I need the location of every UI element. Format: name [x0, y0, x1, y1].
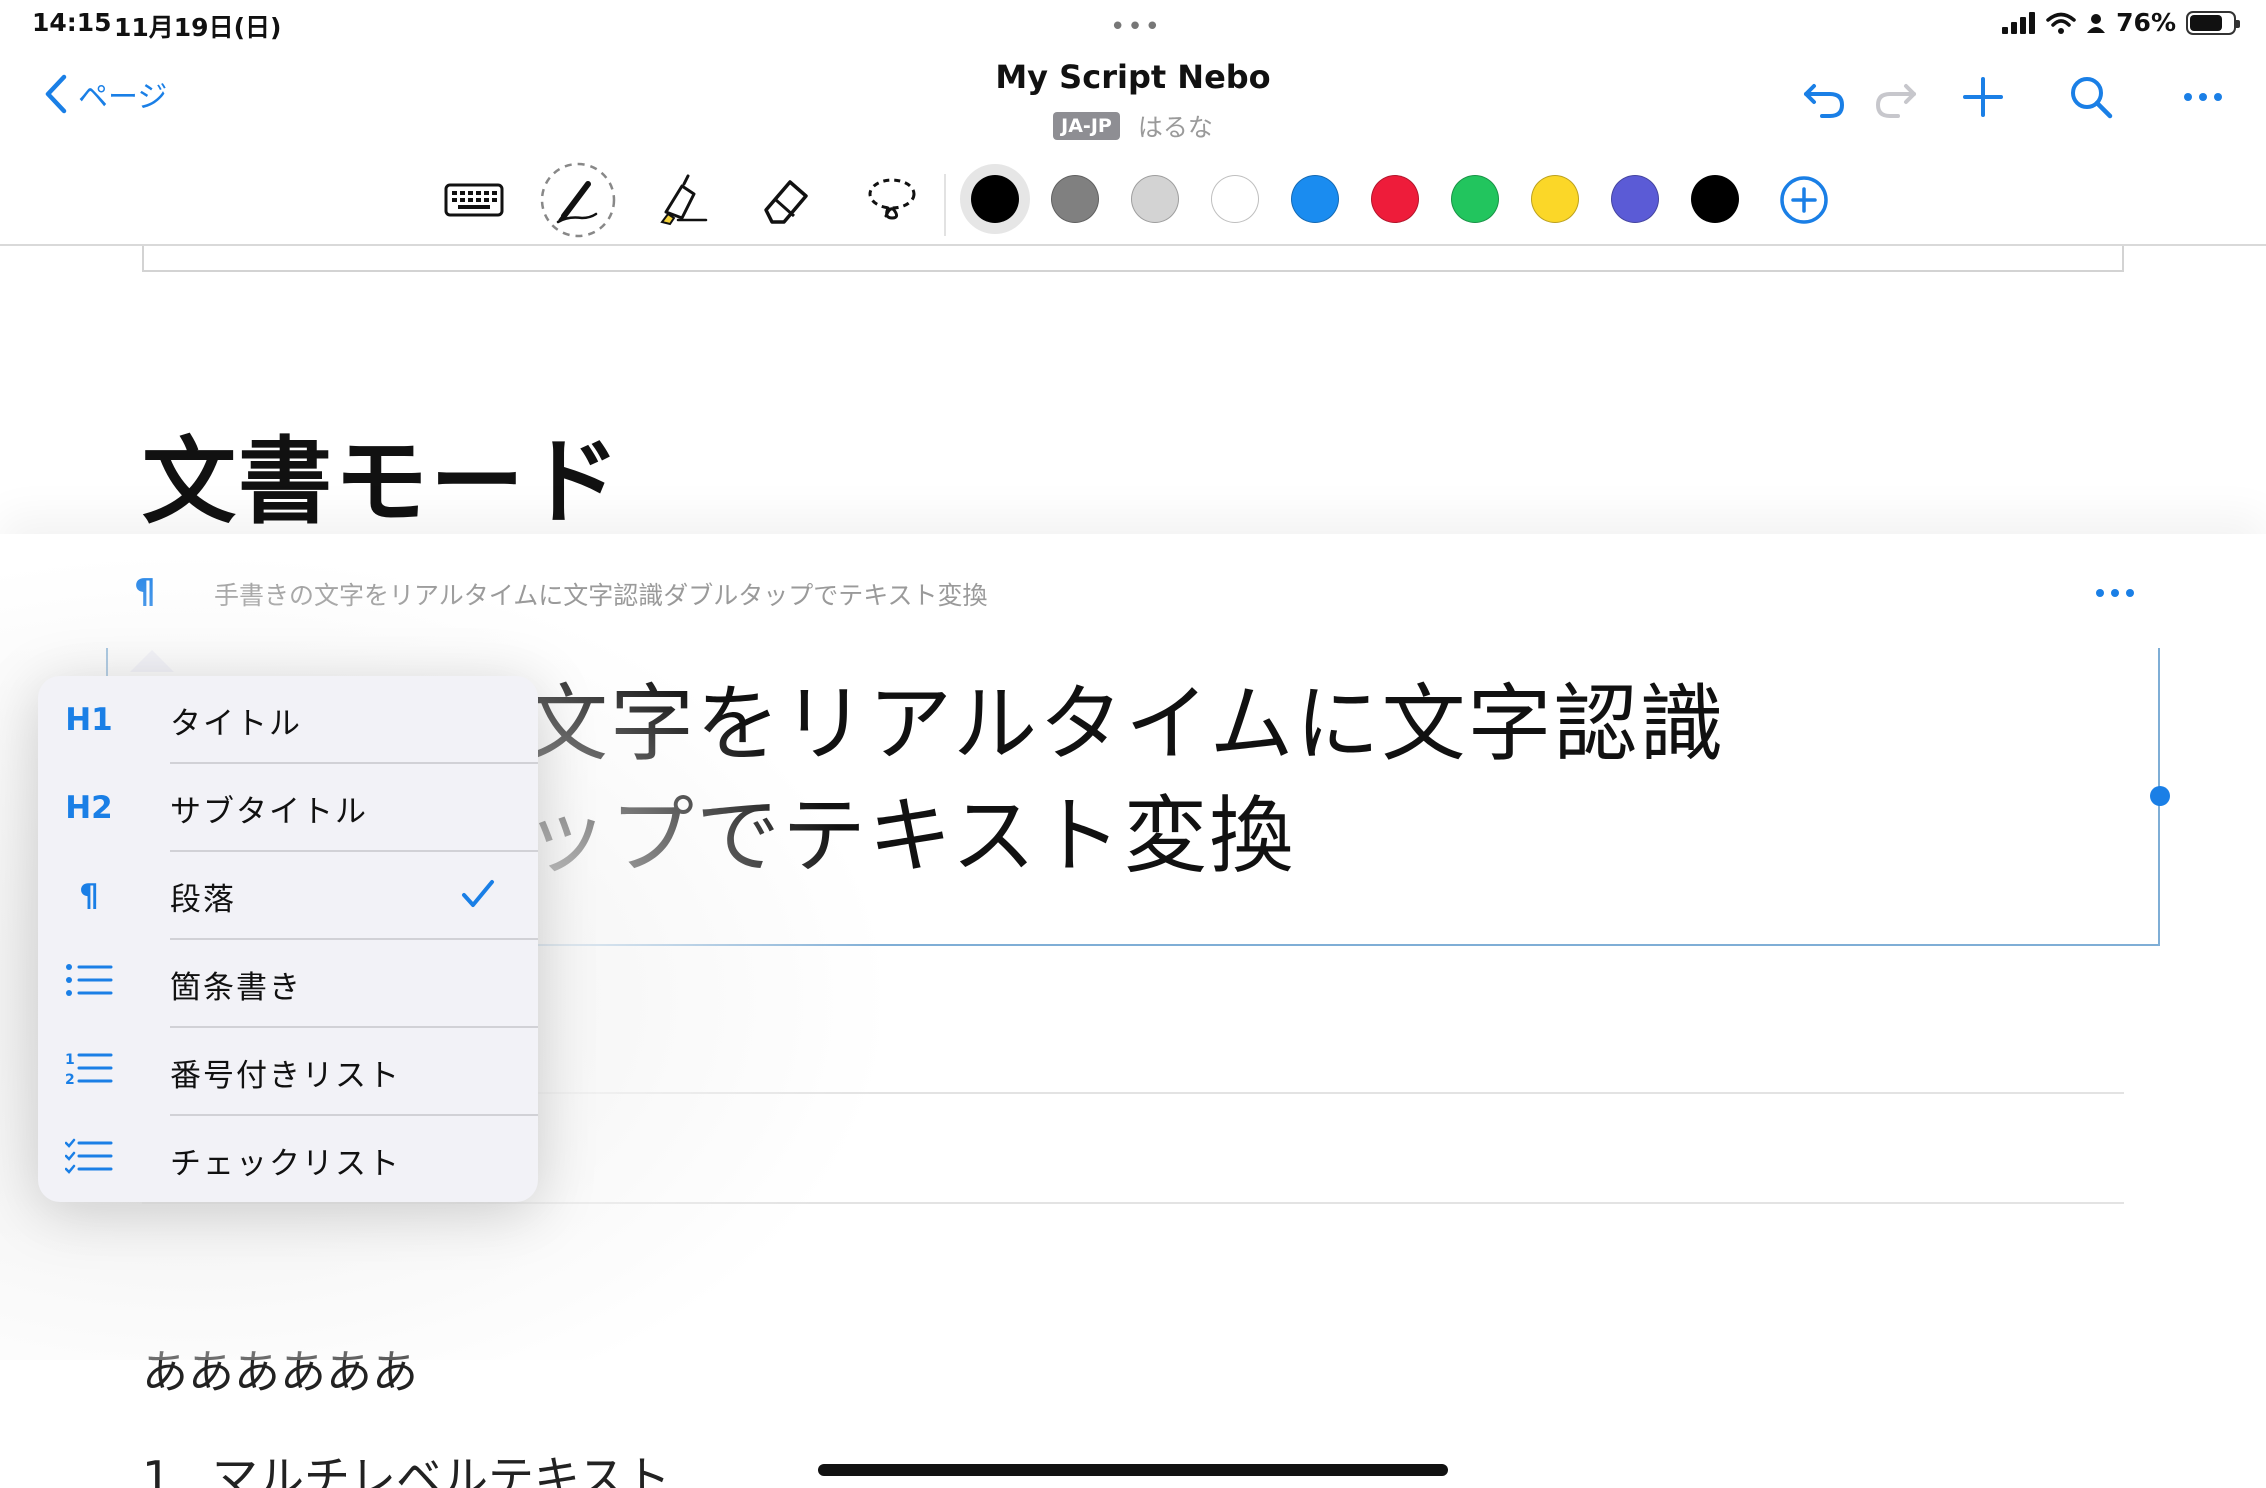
block-recognition-preview[interactable]: 手書きの文字をリアルタイムに文字認識ダブルタップでテキスト変換 [214, 576, 988, 612]
color-swatch[interactable] [1280, 164, 1350, 234]
menu-item-label: チェックリスト [170, 1145, 401, 1182]
block-type-menu: H1 タイトル H2 サブタイトル ¶ 段落 箇条書き 1 2 番号付きリスト [38, 676, 538, 1202]
color-swatch-dot [1291, 175, 1339, 223]
toolbar-divider [944, 174, 946, 236]
h2-icon: H2 [65, 790, 113, 826]
color-swatch[interactable] [1200, 164, 1270, 234]
highlighter-icon [660, 174, 708, 226]
numbered-list-icon: 1 2 [65, 1052, 113, 1088]
color-swatch-dot [1211, 175, 1259, 223]
status-bar: 14:15 11月19日(日) ••• 76% [0, 0, 2266, 48]
pen-tool[interactable] [538, 160, 618, 240]
ink-toolbar [0, 150, 2266, 246]
color-swatch[interactable] [1360, 164, 1430, 234]
add-icon[interactable] [1958, 72, 2008, 122]
battery-fill [2190, 14, 2222, 31]
more-options-icon[interactable] [2178, 72, 2228, 122]
status-time: 14:15 [32, 8, 112, 37]
user-icon [2087, 13, 2106, 33]
menu-item-label: サブタイトル [170, 793, 368, 830]
svg-text:1: 1 [65, 1052, 75, 1068]
keyboard-icon [444, 183, 504, 217]
battery-percent: 76% [2116, 8, 2176, 37]
cellular-signal-icon [2002, 11, 2036, 34]
pilcrow-icon: ¶ [79, 878, 99, 914]
language-badge[interactable]: JA-JP [1053, 112, 1120, 140]
color-swatch[interactable] [1120, 164, 1190, 234]
menu-item-checklist[interactable]: チェックリスト [38, 1116, 538, 1202]
checkmark-icon [462, 880, 494, 907]
color-swatch-dot [1691, 175, 1739, 223]
page-title: My Script Nebo [995, 58, 1271, 96]
keyboard-tool[interactable] [434, 160, 514, 240]
document-paragraph[interactable]: ああああああ [142, 1336, 418, 1402]
previous-block-bottom [142, 246, 2124, 272]
block-more-icon[interactable] [2092, 578, 2138, 608]
ruled-line [142, 1202, 2124, 1204]
battery-icon [2186, 10, 2240, 35]
add-color-button[interactable] [1764, 160, 1844, 240]
page-subtitle: JA-JP はるな [0, 108, 2266, 144]
status-date: 11月19日(日) [114, 13, 282, 42]
color-swatch-dot [971, 175, 1019, 223]
block-resize-handle[interactable] [2150, 786, 2170, 806]
menu-item-label: 段落 [170, 881, 236, 918]
menu-item-label: タイトル [170, 705, 302, 742]
document-list-item[interactable]: 1 マルチレベルテキスト [142, 1442, 671, 1488]
color-swatch-dot [1611, 175, 1659, 223]
multitasking-dots[interactable]: ••• [1110, 12, 1162, 42]
color-swatch[interactable] [1520, 164, 1590, 234]
color-swatch-dot [1531, 175, 1579, 223]
color-swatch-dot [1371, 175, 1419, 223]
block-type-button[interactable]: ¶ [134, 572, 156, 612]
menu-item-title[interactable]: H1 タイトル [38, 676, 538, 764]
redo-icon[interactable] [1870, 72, 1920, 122]
color-swatch[interactable] [960, 164, 1030, 234]
lasso-icon [868, 178, 916, 220]
highlighter-tool[interactable] [642, 160, 722, 240]
svg-text:2: 2 [65, 1072, 75, 1086]
popover-arrow [130, 650, 174, 672]
status-indicators: 76% [2002, 8, 2240, 37]
document-heading[interactable]: 文書モード [142, 436, 622, 530]
pen-icon [540, 162, 616, 238]
menu-item-bulleted-list[interactable]: 箇条書き [38, 940, 538, 1028]
home-indicator[interactable] [818, 1464, 1448, 1476]
checklist-icon [64, 1138, 113, 1174]
color-swatch-dot [1051, 175, 1099, 223]
color-swatch-dot [1451, 175, 1499, 223]
eraser-tool[interactable] [746, 160, 826, 240]
add-circle-icon [1780, 176, 1828, 224]
search-icon[interactable] [2066, 72, 2116, 122]
wifi-icon [2046, 12, 2076, 34]
menu-item-label: 箇条書き [170, 969, 302, 1006]
menu-item-label: 番号付きリスト [170, 1057, 401, 1094]
list-number: 1 [142, 1451, 172, 1488]
list-item-text: マルチレベルテキスト [212, 1451, 671, 1488]
color-swatch[interactable] [1040, 164, 1110, 234]
menu-item-paragraph[interactable]: ¶ 段落 [38, 852, 538, 940]
undo-icon[interactable] [1800, 72, 1850, 122]
menu-item-subtitle[interactable]: H2 サブタイトル [38, 764, 538, 852]
bulleted-list-icon [66, 964, 113, 996]
lasso-tool[interactable] [852, 160, 932, 240]
color-swatch-dot [1131, 175, 1179, 223]
h1-icon: H1 [65, 702, 113, 738]
color-swatch[interactable] [1600, 164, 1670, 234]
color-swatch[interactable] [1440, 164, 1510, 234]
page-subtitle-name[interactable]: はるな [1138, 108, 1213, 144]
eraser-icon [764, 180, 808, 224]
color-swatch[interactable] [1680, 164, 1750, 234]
menu-item-numbered-list[interactable]: 1 2 番号付きリスト [38, 1028, 538, 1116]
